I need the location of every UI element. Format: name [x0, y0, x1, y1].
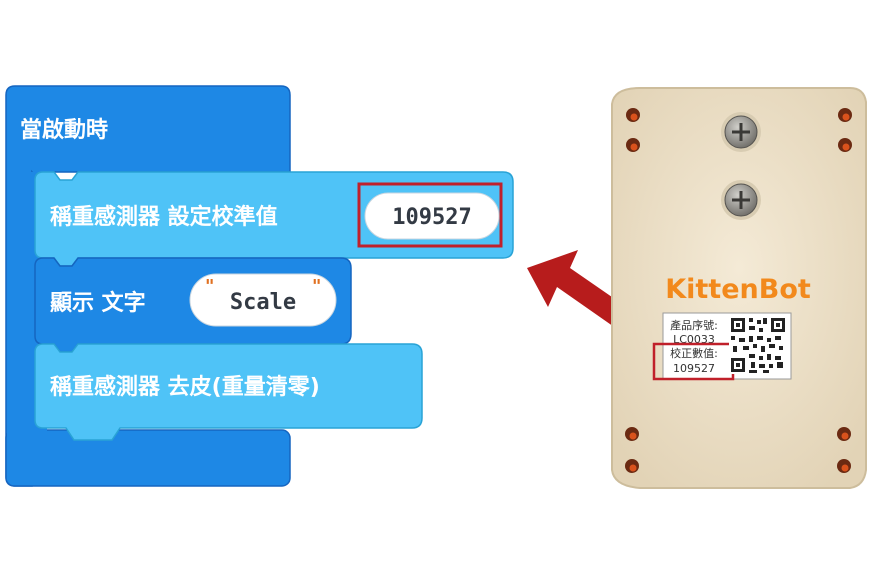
kittenbot-device: KittenBot 產品序號: LC0033 校正數值: 109527: [611, 87, 867, 489]
on-start-label: 當啟動時: [20, 117, 108, 143]
calibration-sticker-value: 109527: [673, 362, 715, 375]
tare-label: 稱重感測器 去皮(重量清零): [50, 374, 320, 400]
text-value-text: Scale: [230, 290, 296, 315]
on-start-block-foot: [5, 429, 291, 487]
show-text-block[interactable]: 顯示 文字 " Scale ": [34, 257, 352, 353]
screw-icon: [721, 180, 761, 220]
screw-icon: [721, 112, 761, 152]
qr-code-icon: [729, 316, 787, 374]
set-calibration-block[interactable]: 稱重感測器 設定校準值 109527: [34, 171, 514, 267]
device-brand-logo: KittenBot: [665, 274, 811, 305]
calibration-value-text: 109527: [392, 205, 471, 230]
serial-label: 產品序號:: [670, 318, 718, 332]
close-quote-icon: ": [312, 276, 321, 297]
scene: 當啟動時 稱重感測器 設定校準值 109527 顯示 文字 " Scale " …: [5, 85, 867, 489]
set-calibration-label: 稱重感測器 設定校準值: [50, 204, 278, 230]
tare-block[interactable]: 稱重感測器 去皮(重量清零): [34, 343, 423, 441]
calibration-sticker-label: 校正數值:: [670, 346, 718, 360]
code-blocks: 當啟動時 稱重感測器 設定校準值 109527 顯示 文字 " Scale " …: [5, 85, 514, 487]
show-text-label: 顯示 文字: [50, 290, 146, 316]
open-quote-icon: ": [205, 276, 214, 297]
